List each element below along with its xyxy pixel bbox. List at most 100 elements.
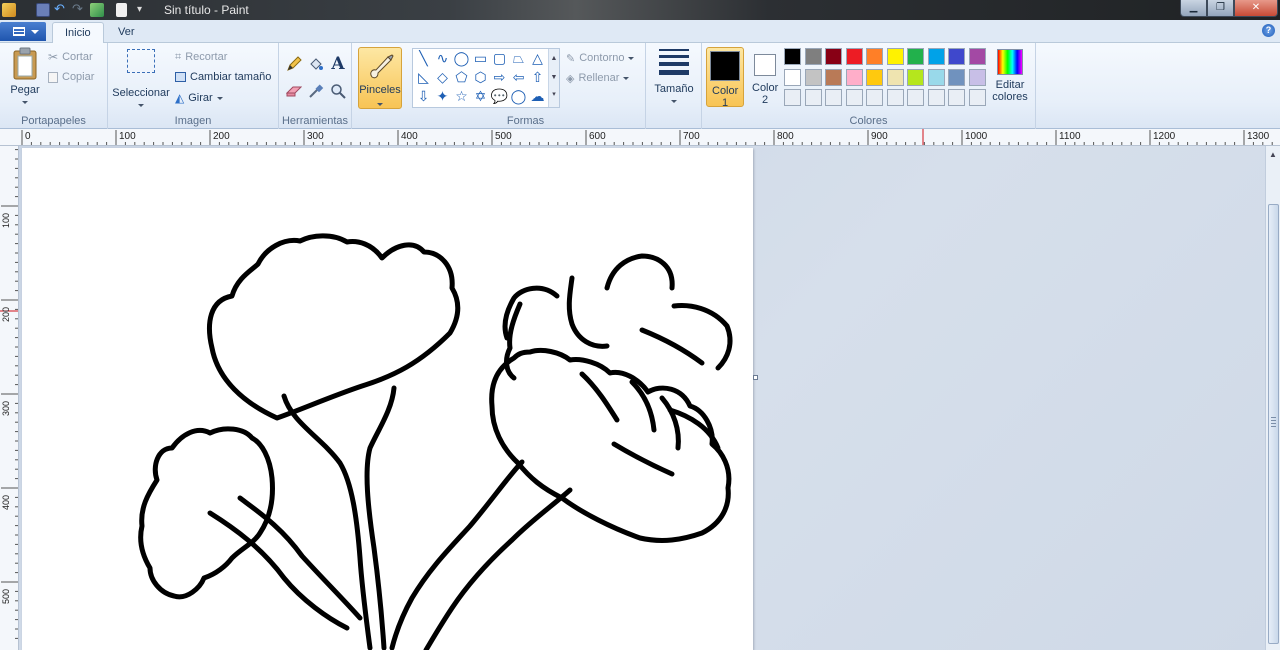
palette-swatch[interactable] [907, 68, 924, 86]
title-bar: ↶ ↷ ▾ Sin título - Paint ▁ ❐ ✕ [0, 0, 1280, 20]
paint-app-icon[interactable] [2, 3, 16, 17]
select-button[interactable]: Seleccionar [112, 47, 170, 111]
tab-view[interactable]: Ver [106, 22, 147, 44]
palette-swatch[interactable] [804, 48, 822, 65]
cloud-callout-shape-icon[interactable]: ☁ [528, 87, 547, 106]
palette-swatch[interactable] [948, 68, 965, 86]
palette-swatch[interactable] [804, 89, 822, 106]
drawing-canvas[interactable] [22, 148, 753, 650]
size-button[interactable]: Tamaño [652, 49, 696, 107]
help-icon[interactable]: ? [1262, 24, 1275, 37]
palette-swatch[interactable] [886, 68, 904, 86]
palette-swatch[interactable] [784, 68, 801, 86]
ruler-label: 300 [1, 400, 11, 416]
palette-swatch[interactable] [948, 48, 965, 65]
maximize-button[interactable]: ❐ [1207, 0, 1234, 17]
palette-swatch[interactable] [804, 68, 822, 86]
palette-swatch[interactable] [845, 68, 863, 86]
palette-swatch[interactable] [825, 68, 842, 86]
palette-swatch[interactable] [886, 48, 904, 65]
crop-button[interactable]: ⌗ Recortar [175, 48, 227, 66]
paint-menu-button[interactable] [0, 22, 46, 41]
edit-colors-button[interactable]: Editar colores [988, 47, 1032, 103]
triangle-shape-icon[interactable]: △ [528, 49, 547, 68]
palette-swatch[interactable] [784, 48, 801, 65]
line-shape-icon[interactable]: ╲ [414, 49, 433, 68]
pencil-icon[interactable] [284, 54, 304, 74]
palette-swatch[interactable] [968, 89, 986, 106]
scroll-up-icon[interactable]: ▲ [1266, 150, 1280, 159]
tab-home[interactable]: Inicio [52, 22, 104, 44]
palette-swatch[interactable] [866, 68, 883, 86]
polygon-shape-icon[interactable]: ⏢ [509, 49, 528, 68]
copy-button[interactable]: Copiar [48, 68, 94, 86]
shapes-gallery[interactable]: ╲ ∿ ◯ ▭ ▢ ⏢ △ ◺ ◇ ⬠ ⬡ ⇨ ⇦ ⇧ ⇩ ✦ ☆ ✡ 💬 ◯ … [412, 48, 560, 108]
text-tool-icon[interactable]: A [328, 54, 348, 74]
scroll-down-icon[interactable]: ▼ [549, 68, 559, 87]
canvas-resize-handle[interactable] [753, 375, 758, 380]
outline-button[interactable]: ✎ Contorno [566, 49, 635, 67]
palette-swatch[interactable] [907, 89, 924, 106]
paste-button[interactable]: Pegar [6, 47, 44, 108]
palette-swatch[interactable] [907, 48, 924, 65]
size-label: Tamaño [654, 83, 694, 95]
palette-swatch[interactable] [948, 89, 965, 106]
palette-swatch[interactable] [866, 89, 883, 106]
rounded-callout-shape-icon[interactable]: 💬 [490, 87, 509, 106]
color-picker-icon[interactable] [306, 81, 326, 101]
gallery-expand-icon[interactable]: ▾ [549, 87, 559, 103]
pentagon-shape-icon[interactable]: ⬠ [452, 68, 471, 87]
right-arrow-shape-icon[interactable]: ⇨ [490, 68, 509, 87]
palette-swatch[interactable] [886, 89, 904, 106]
vertical-scrollbar[interactable]: ▲ [1265, 146, 1280, 650]
eraser-icon[interactable] [284, 81, 304, 101]
customize-qat-icon[interactable]: ▾ [137, 3, 151, 17]
rounded-rectangle-shape-icon[interactable]: ▢ [490, 49, 509, 68]
palette-swatch[interactable] [845, 89, 863, 106]
up-arrow-shape-icon[interactable]: ⇧ [528, 68, 547, 87]
scroll-up-icon[interactable]: ▲ [549, 49, 559, 68]
redo-icon[interactable]: ↷ [72, 2, 86, 17]
color2-button[interactable]: Color 2 [746, 47, 784, 107]
diamond-shape-icon[interactable]: ◇ [433, 68, 452, 87]
palette-swatch[interactable] [927, 48, 945, 65]
palette-swatch[interactable] [825, 48, 842, 65]
palette-swatch[interactable] [784, 89, 801, 106]
cut-button[interactable]: ✂ Cortar [48, 48, 93, 66]
rectangle-shape-icon[interactable]: ▭ [471, 49, 490, 68]
undo-icon[interactable]: ↶ [54, 2, 68, 17]
four-point-star-shape-icon[interactable]: ✦ [433, 87, 452, 106]
hexagon-shape-icon[interactable]: ⬡ [471, 68, 490, 87]
clipboard-group: Pegar ✂ Cortar Copiar Portapapeles [0, 43, 108, 129]
resize-button[interactable]: Cambiar tamaño [175, 68, 271, 86]
brushes-button[interactable]: Pinceles [358, 47, 402, 109]
down-arrow-shape-icon[interactable]: ⇩ [414, 87, 433, 106]
shapes-gallery-scrollbar[interactable]: ▲ ▼ ▾ [548, 49, 559, 107]
oval-shape-icon[interactable]: ◯ [452, 49, 471, 68]
left-arrow-shape-icon[interactable]: ⇦ [509, 68, 528, 87]
palette-swatch[interactable] [968, 68, 986, 86]
magnifier-icon[interactable] [328, 81, 348, 101]
palette-swatch[interactable] [927, 68, 945, 86]
five-point-star-shape-icon[interactable]: ☆ [452, 87, 471, 106]
color1-button[interactable]: Color 1 [706, 47, 744, 109]
oval-callout-shape-icon[interactable]: ◯ [509, 87, 528, 106]
rotate-button[interactable]: ◭ Girar [175, 89, 223, 107]
right-triangle-shape-icon[interactable]: ◺ [414, 68, 433, 87]
palette-swatch[interactable] [866, 48, 883, 65]
minimize-button[interactable]: ▁ [1180, 0, 1207, 17]
palette-swatch[interactable] [927, 89, 945, 106]
new-document-icon[interactable] [116, 3, 127, 17]
curve-shape-icon[interactable]: ∿ [433, 49, 452, 68]
scrollbar-thumb[interactable] [1268, 204, 1279, 644]
palette-swatch[interactable] [845, 48, 863, 65]
copy-icon [48, 71, 58, 83]
six-point-star-shape-icon[interactable]: ✡ [471, 87, 490, 106]
close-button[interactable]: ✕ [1234, 0, 1278, 17]
properties-icon[interactable] [90, 3, 104, 17]
fill-button[interactable]: ◈ Rellenar [566, 69, 630, 87]
palette-swatch[interactable] [825, 89, 842, 106]
fill-bucket-icon[interactable] [306, 54, 326, 74]
palette-swatch[interactable] [968, 48, 986, 65]
save-icon[interactable] [36, 3, 50, 17]
